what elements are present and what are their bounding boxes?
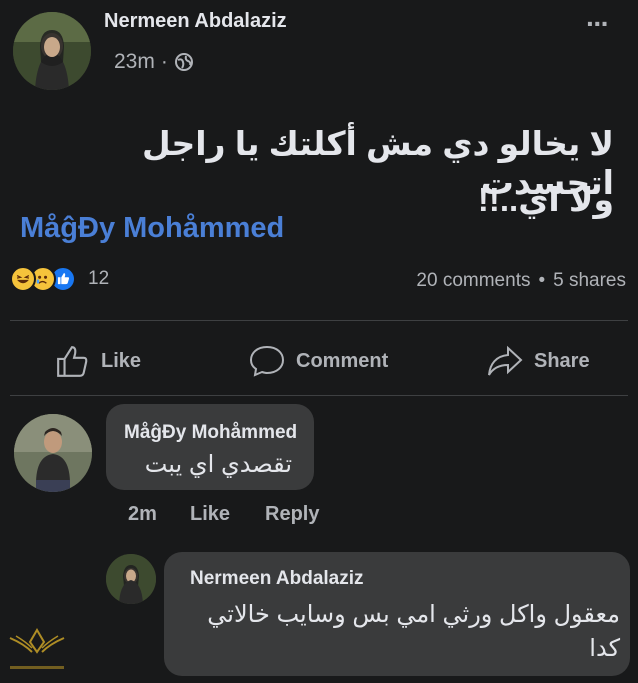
post-time[interactable]: 23m bbox=[114, 50, 155, 74]
like-icon bbox=[57, 346, 88, 377]
watermark-logo bbox=[4, 622, 70, 678]
comments-count[interactable]: 20 comments bbox=[416, 270, 530, 292]
haha-reaction-icon bbox=[10, 266, 36, 292]
comment-author[interactable]: MåĝĐy Mohåmmed bbox=[124, 422, 297, 444]
reply-author[interactable]: Nermeen Abdalaziz bbox=[190, 568, 364, 590]
more-icon[interactable]: ··· bbox=[586, 8, 610, 40]
reply-author-avatar[interactable] bbox=[106, 554, 156, 604]
actions-divider bbox=[10, 320, 628, 321]
globe-icon bbox=[174, 52, 194, 72]
author-avatar[interactable] bbox=[13, 12, 91, 90]
post-mention[interactable]: MåĝĐy Mohåmmed bbox=[20, 212, 284, 245]
share-button[interactable]: Share bbox=[486, 344, 590, 378]
comment-button[interactable]: Comment bbox=[248, 344, 388, 378]
shares-count[interactable]: 5 shares bbox=[553, 270, 626, 292]
comment-text: تقصدي اي يبت bbox=[144, 451, 292, 478]
share-label: Share bbox=[534, 349, 590, 372]
share-icon bbox=[488, 345, 523, 376]
comment-icon bbox=[249, 345, 285, 377]
commenter-avatar[interactable] bbox=[14, 414, 92, 492]
like-button[interactable]: Like bbox=[55, 343, 141, 379]
reactions-summary[interactable]: 12 bbox=[10, 266, 109, 292]
reply-text-line-2: كدا bbox=[589, 635, 620, 662]
reaction-count: 12 bbox=[88, 268, 110, 289]
reply-text-line-1: معقول واكل ورثي امي بس وسايب خالاتي bbox=[207, 601, 620, 628]
meta-separator: · bbox=[160, 50, 168, 73]
comments-divider bbox=[10, 395, 628, 396]
comment-label: Comment bbox=[296, 349, 389, 372]
comment-reply-link[interactable]: Reply bbox=[265, 503, 319, 526]
post-author-name[interactable]: Nermeen Abdalaziz bbox=[104, 10, 287, 33]
like-label: Like bbox=[101, 349, 142, 372]
post-meta: 23m · bbox=[114, 50, 194, 74]
comment-like-link[interactable]: Like bbox=[190, 503, 265, 526]
comment-time: 2m bbox=[128, 503, 157, 525]
comment-meta: 2m Like Reply bbox=[128, 503, 319, 526]
engagement-counts: 20 comments • 5 shares bbox=[416, 270, 626, 292]
counts-separator: • bbox=[538, 270, 546, 291]
